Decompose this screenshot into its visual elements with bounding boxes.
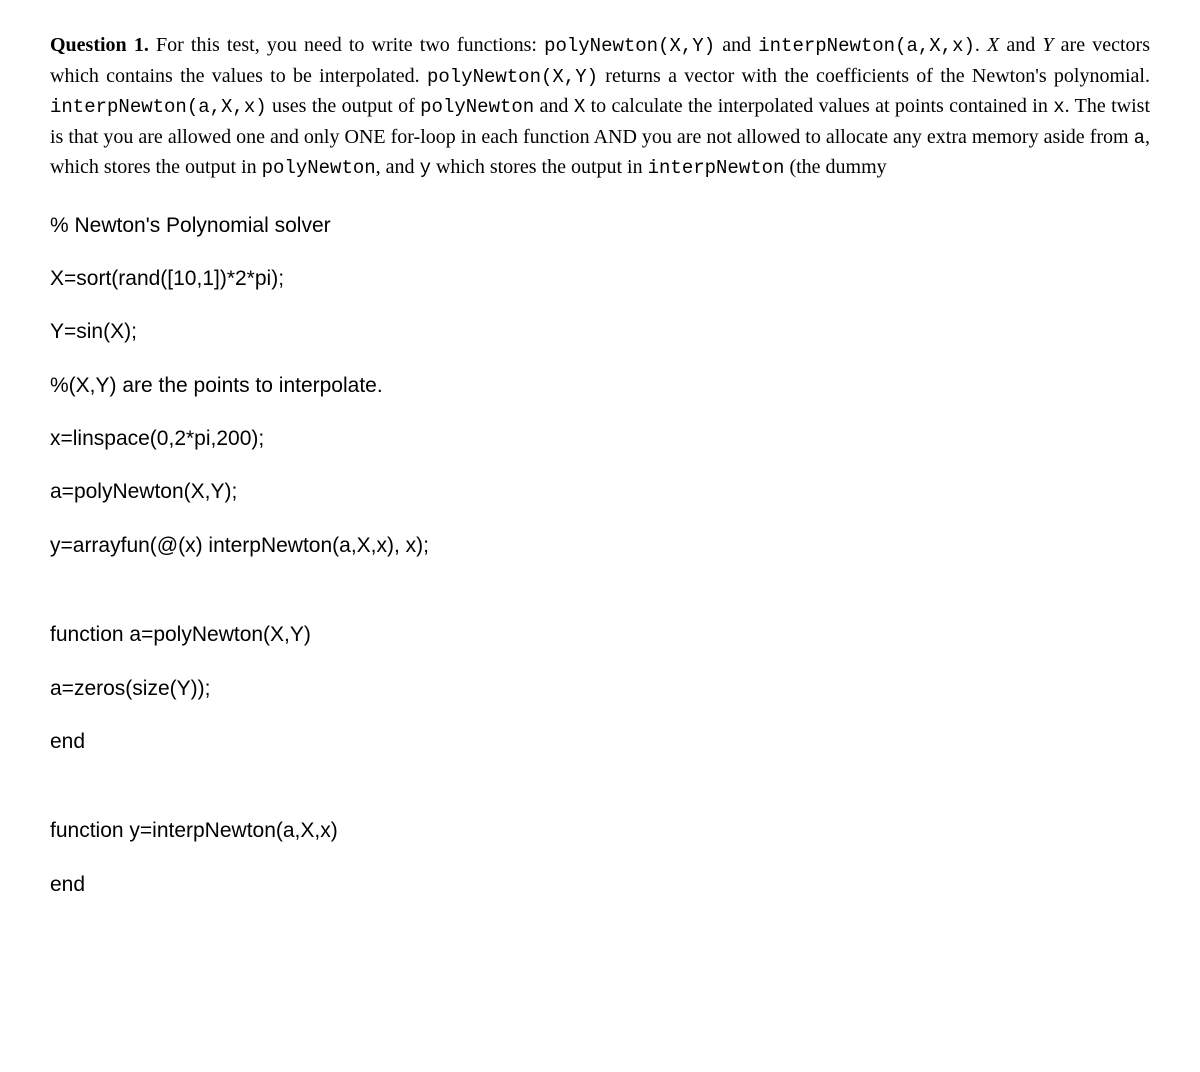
func-polynewton-3: polyNewton — [420, 96, 534, 118]
code-function-interpnewton: function y=interpNewton(a,X,x) — [50, 816, 1150, 845]
code-polynewton-call: a=polyNewton(X,Y); — [50, 477, 1150, 506]
var-lower-y: y — [420, 157, 431, 179]
question-body-6: returns a vector with the coefficients o… — [598, 65, 1150, 87]
var-x-1: X — [987, 34, 999, 56]
var-x-2: X — [574, 96, 585, 118]
question-body-14: (the dummy — [784, 156, 886, 178]
code-y-assign: Y=sin(X); — [50, 317, 1150, 346]
var-y-1: Y — [1042, 34, 1053, 56]
func-polynewton-4: polyNewton — [262, 157, 376, 179]
question-body-2: and — [715, 34, 758, 56]
question-body-7: uses the output of — [267, 95, 421, 117]
code-comment-1: % Newton's Polynomial solver — [50, 211, 1150, 240]
question-body-3: . — [975, 34, 987, 56]
question-body-8: and — [534, 95, 574, 117]
question-body-9: to calculate the interpolated values at … — [585, 95, 1053, 117]
var-lower-x: x — [1053, 96, 1064, 118]
code-function-polynewton: function a=polyNewton(X,Y) — [50, 620, 1150, 649]
code-arrayfun: y=arrayfun(@(x) interpNewton(a,X,x), x); — [50, 531, 1150, 560]
func-polynewton-2: polyNewton(X,Y) — [427, 66, 598, 88]
question-text: Question 1. For this test, you need to w… — [50, 30, 1150, 183]
question-body-13: which stores the output in — [431, 156, 648, 178]
func-interpnewton-3: interpNewton — [648, 157, 785, 179]
code-x-assign: X=sort(rand([10,1])*2*pi); — [50, 264, 1150, 293]
code-end-2: end — [50, 870, 1150, 899]
code-end-1: end — [50, 727, 1150, 756]
code-zeros: a=zeros(size(Y)); — [50, 674, 1150, 703]
question-body-12: , and — [376, 156, 420, 178]
code-comment-2: %(X,Y) are the points to interpolate. — [50, 371, 1150, 400]
func-polynewton-1: polyNewton(X,Y) — [544, 35, 715, 57]
func-interpnewton-1: interpNewton(a,X,x) — [758, 35, 975, 57]
question-body-4: and — [999, 34, 1042, 56]
code-block: % Newton's Polynomial solver X=sort(rand… — [50, 211, 1150, 900]
func-interpnewton-2: interpNewton(a,X,x) — [50, 96, 267, 118]
code-linspace: x=linspace(0,2*pi,200); — [50, 424, 1150, 453]
question-label: Question 1. — [50, 34, 149, 56]
question-body-1: For this test, you need to write two fun… — [149, 34, 544, 56]
var-a: a — [1134, 127, 1145, 149]
